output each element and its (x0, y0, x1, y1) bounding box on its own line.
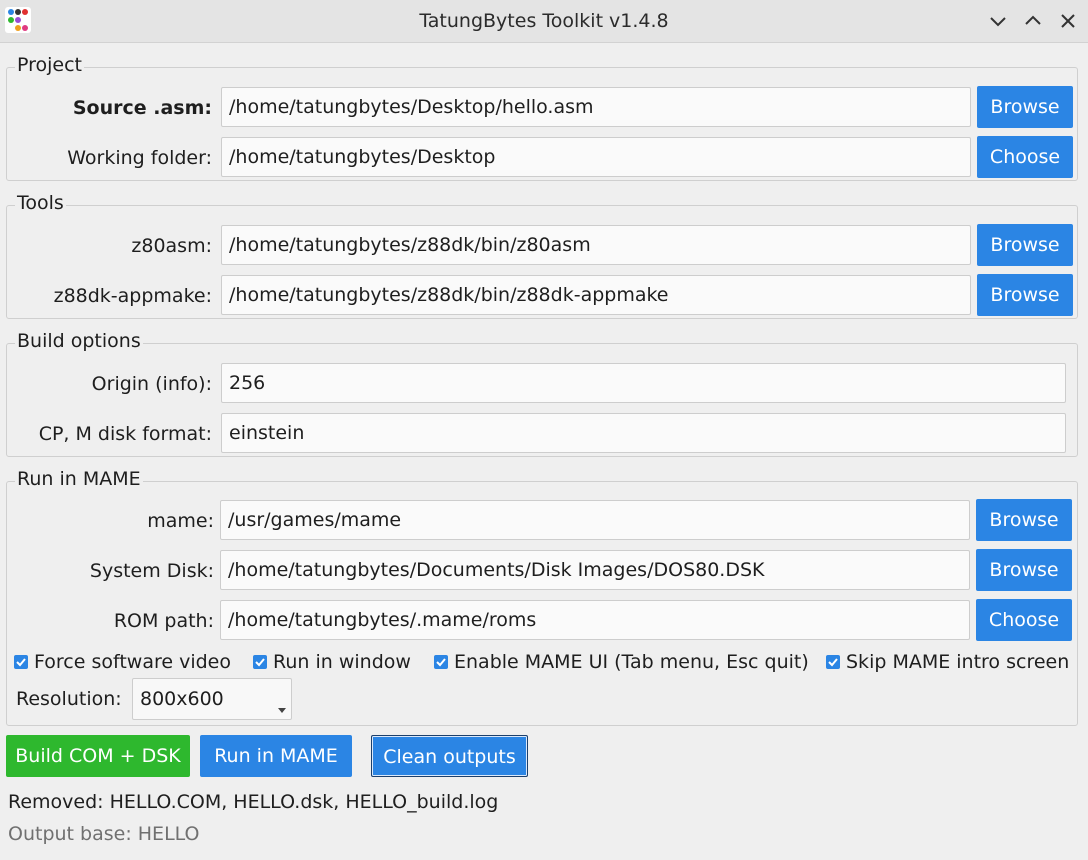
resolution-value: 800x600 (140, 688, 224, 710)
output-base-label: Output base: HELLO (8, 823, 200, 845)
build-options-group: Build options Origin (info): 256 CP, M d… (6, 330, 1078, 457)
window-title: TatungBytes Toolkit v1.4.8 (419, 10, 669, 32)
skip-intro-checkbox[interactable]: Skip MAME intro screen (826, 650, 1069, 674)
enable-mame-ui-label: Enable MAME UI (Tab menu, Esc quit) (454, 651, 809, 673)
project-group-title: Project (15, 54, 85, 76)
resolution-select[interactable]: 800x600 (132, 678, 292, 720)
appmake-browse-button[interactable]: Browse (977, 274, 1073, 316)
force-software-video-label: Force software video (34, 651, 231, 673)
z80asm-field[interactable]: /home/tatungbytes/z88dk/bin/z80asm (221, 225, 971, 265)
origin-field[interactable]: 256 (221, 363, 1066, 403)
source-browse-button[interactable]: Browse (977, 86, 1073, 128)
dropdown-arrow-icon (278, 708, 286, 713)
mame-browse-button[interactable]: Browse (976, 499, 1072, 541)
rom-path-choose-button[interactable]: Choose (976, 599, 1072, 641)
origin-label: Origin (info): (91, 373, 212, 395)
source-asm-field[interactable]: /home/tatungbytes/Desktop/hello.asm (221, 87, 971, 127)
disk-format-label: CP, M disk format: (38, 423, 212, 445)
system-disk-field[interactable]: /home/tatungbytes/Documents/Disk Images/… (220, 550, 970, 590)
working-folder-label: Working folder: (67, 147, 212, 169)
disk-format-field[interactable]: einstein (221, 413, 1066, 453)
checkbox-checked-icon[interactable] (253, 655, 267, 669)
status-message: Removed: HELLO.COM, HELLO.dsk, HELLO_bui… (8, 791, 499, 813)
main-content: Project Source .asm: /home/tatungbytes/D… (0, 43, 1088, 860)
checkbox-checked-icon[interactable] (826, 655, 840, 669)
maximize-icon[interactable] (1020, 8, 1046, 34)
source-asm-label: Source .asm: (72, 97, 212, 119)
working-folder-choose-button[interactable]: Choose (977, 136, 1073, 178)
project-group: Project Source .asm: /home/tatungbytes/D… (6, 54, 1078, 181)
tools-group-title: Tools (15, 192, 66, 214)
appmake-label: z88dk-appmake: (53, 285, 212, 307)
run-in-window-checkbox[interactable]: Run in window (253, 650, 411, 674)
system-disk-browse-button[interactable]: Browse (976, 549, 1072, 591)
run-in-window-label: Run in window (273, 651, 411, 673)
force-software-video-checkbox[interactable]: Force software video (14, 650, 231, 674)
rom-path-field[interactable]: /home/tatungbytes/.mame/roms (220, 600, 970, 640)
checkbox-checked-icon[interactable] (14, 655, 28, 669)
build-options-group-title: Build options (15, 330, 143, 352)
mame-label: mame: (147, 510, 214, 532)
skip-intro-label: Skip MAME intro screen (846, 651, 1070, 673)
build-com-dsk-button[interactable]: Build COM + DSK (6, 735, 190, 777)
rom-path-label: ROM path: (113, 610, 214, 632)
working-folder-field[interactable]: /home/tatungbytes/Desktop (221, 137, 971, 177)
minimize-icon[interactable] (985, 8, 1011, 34)
close-icon[interactable] (1055, 8, 1081, 34)
clean-outputs-button[interactable]: Clean outputs (371, 735, 528, 777)
run-in-mame-button[interactable]: Run in MAME (200, 735, 352, 777)
title-bar: TatungBytes Toolkit v1.4.8 (0, 0, 1088, 43)
run-in-mame-group-title: Run in MAME (15, 468, 143, 490)
z80asm-browse-button[interactable]: Browse (977, 224, 1073, 266)
resolution-label: Resolution: (16, 688, 122, 710)
enable-mame-ui-checkbox[interactable]: Enable MAME UI (Tab menu, Esc quit) (434, 650, 809, 674)
z80asm-label: z80asm: (131, 235, 212, 257)
mame-path-field[interactable]: /usr/games/mame (220, 500, 970, 540)
checkbox-checked-icon[interactable] (434, 655, 448, 669)
tools-group: Tools z80asm: /home/tatungbytes/z88dk/bi… (6, 192, 1078, 319)
system-disk-label: System Disk: (89, 560, 214, 582)
appmake-field[interactable]: /home/tatungbytes/z88dk/bin/z88dk-appmak… (221, 275, 971, 315)
